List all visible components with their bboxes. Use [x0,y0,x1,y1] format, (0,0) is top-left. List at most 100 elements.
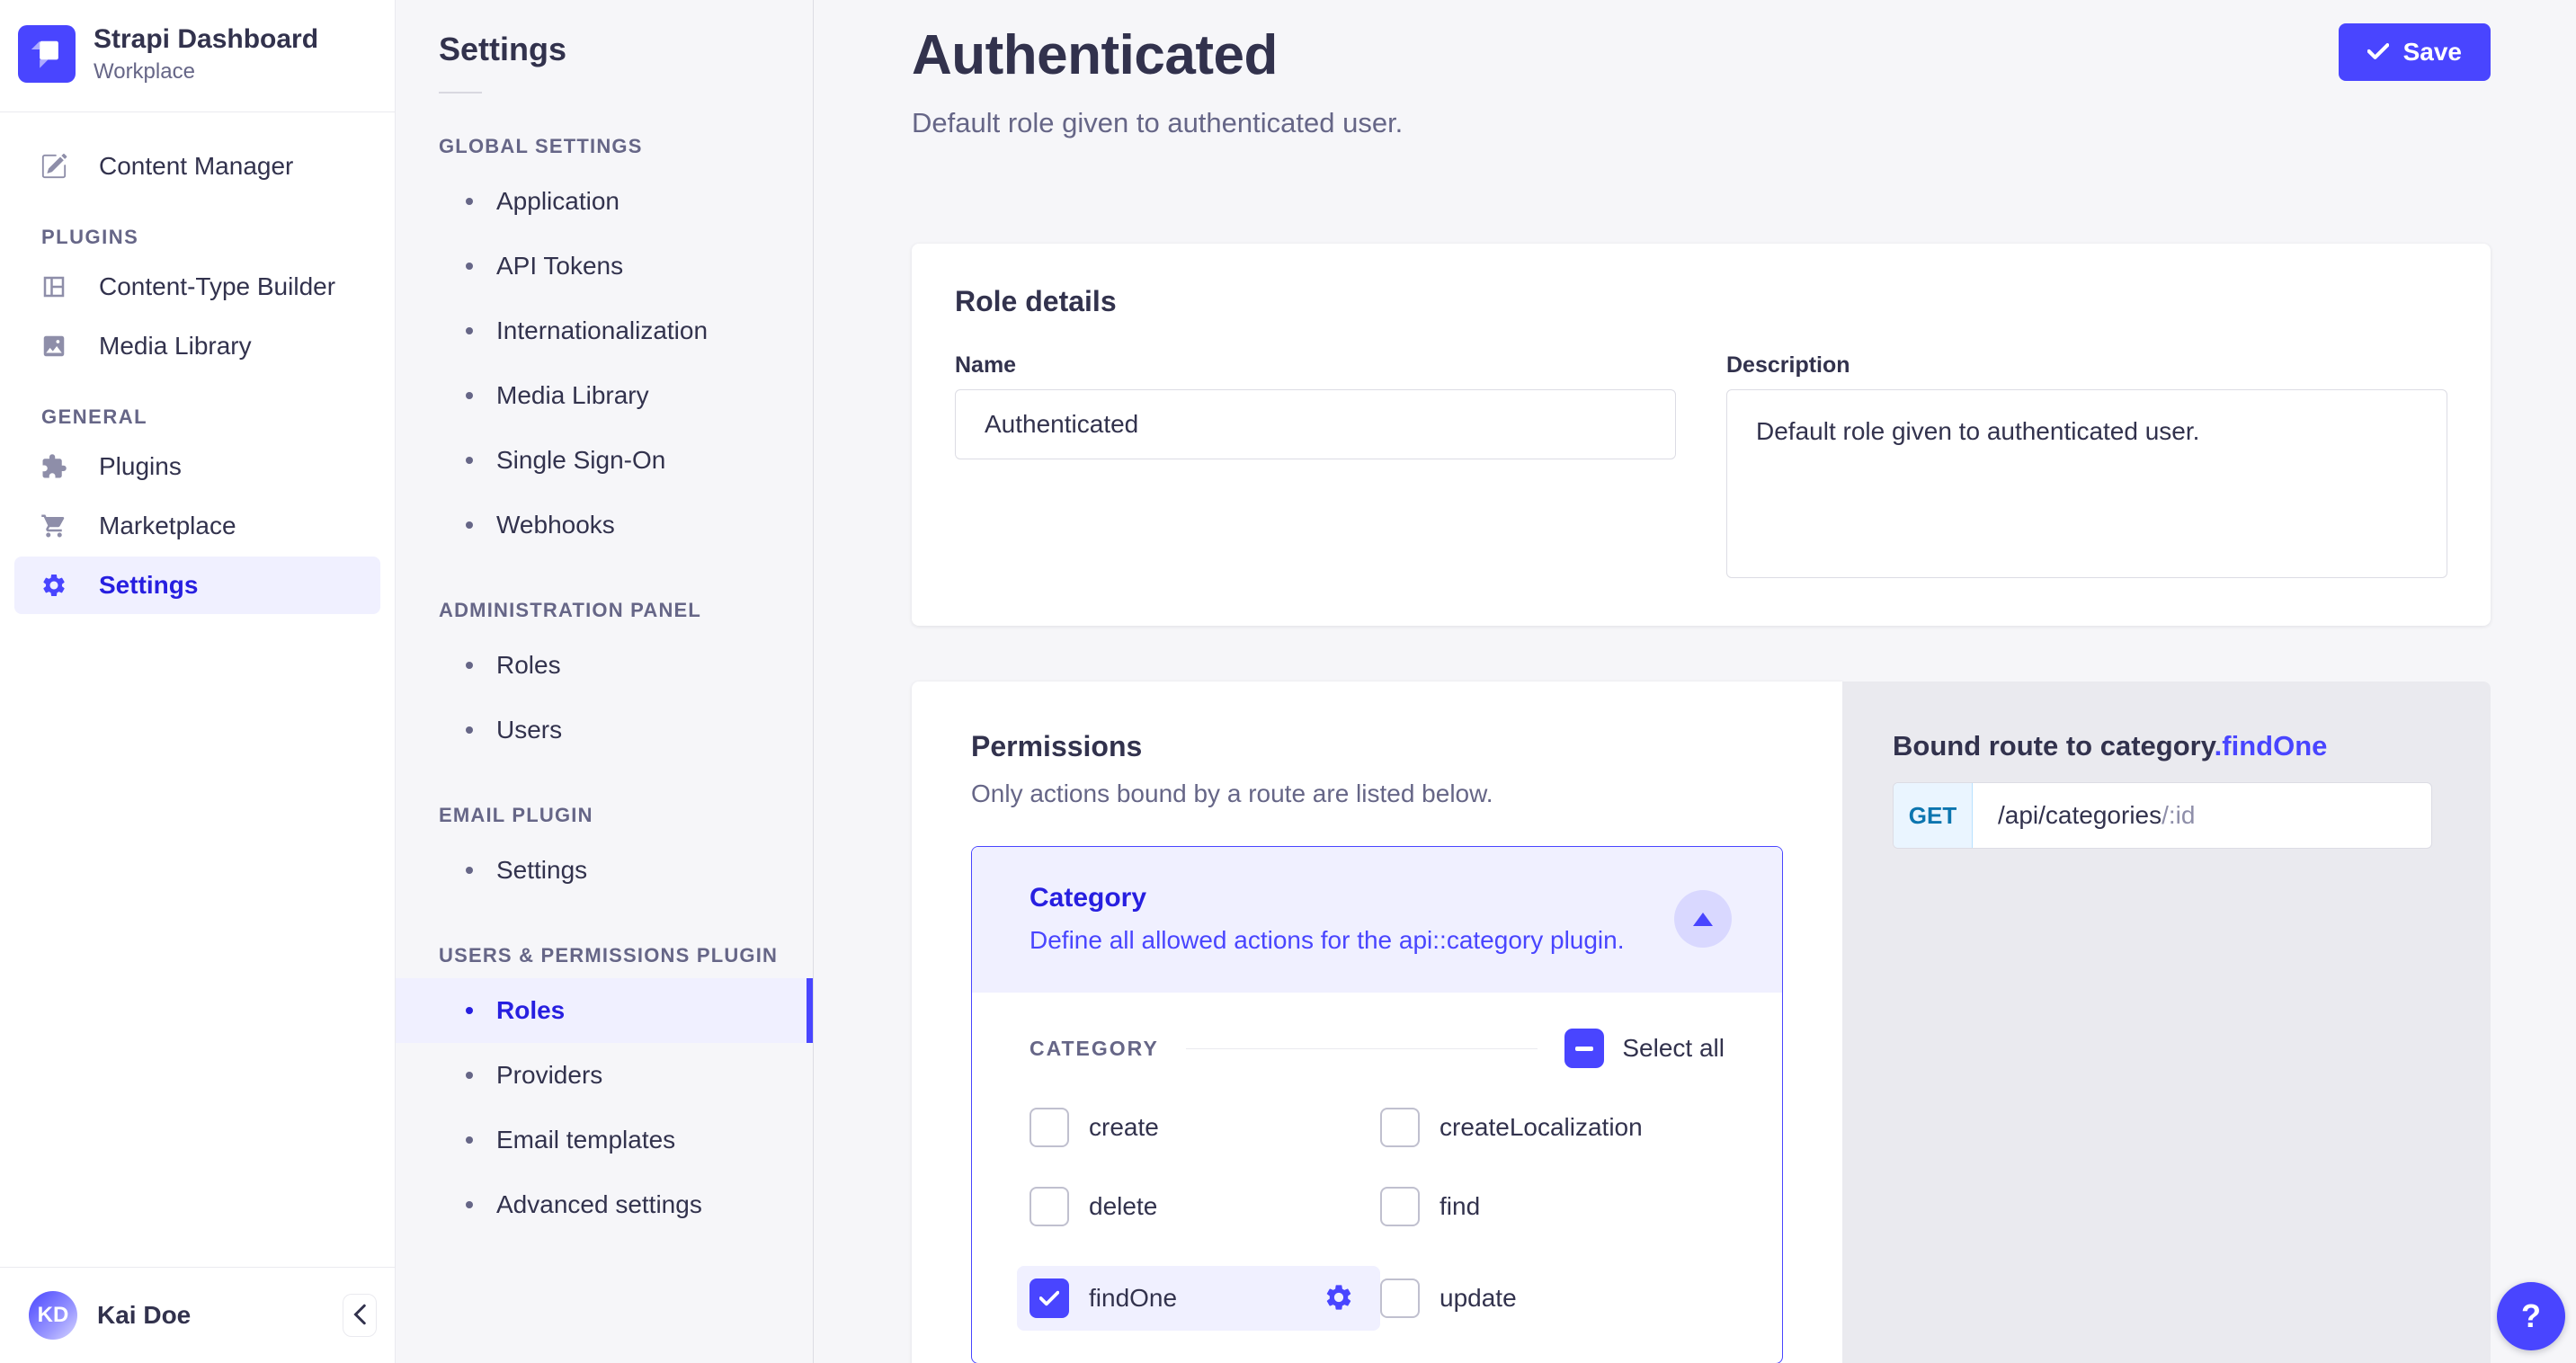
subnav-item-up-roles[interactable]: Roles [396,978,813,1043]
action-find[interactable]: find [1380,1187,1725,1226]
subnav-item-application[interactable]: Application [396,169,813,234]
subnav-title-divider [439,92,482,94]
nav-item-content-type-builder[interactable]: Content-Type Builder [14,258,380,316]
select-all-checkbox[interactable] [1564,1029,1604,1068]
nav-section-plugins: PLUGINS [0,226,395,249]
nav-item-content-manager[interactable]: Content Manager [14,138,380,195]
nav-item-label: Plugins [99,452,182,481]
route-path-main: /api/categories [1998,801,2162,830]
check-icon [2367,38,2389,67]
collapse-nav-button[interactable] [343,1294,377,1337]
plugins-icon [40,452,68,481]
name-label: Name [955,352,1676,379]
strapi-logo-icon [18,25,76,83]
http-method-badge: GET [1894,783,1973,848]
action-findOne[interactable]: findOne [1017,1266,1380,1331]
indeterminate-minus-icon [1575,1047,1593,1051]
subnav-item-single-sign-on[interactable]: Single Sign-On [396,428,813,493]
bullet-icon [466,1201,473,1208]
subnav-title: Settings [396,31,813,68]
action-label: createLocalization [1440,1113,1643,1142]
brand: Strapi Dashboard Workplace [0,0,395,111]
main-content: Authenticated Default role given to auth… [814,0,2576,1363]
role-details-card: Role details Name Description Default ro… [912,244,2491,626]
subnav-item-advanced-settings[interactable]: Advanced settings [396,1172,813,1237]
subnav-item-api-tokens[interactable]: API Tokens [396,234,813,298]
create-checkbox[interactable] [1030,1108,1069,1147]
subnav-item-label: Users [496,716,562,744]
subnav-item-email-settings[interactable]: Settings [396,838,813,903]
action-createLocalization[interactable]: createLocalization [1380,1108,1725,1147]
nav-item-label: Settings [99,571,198,600]
subnav-item-label: Email templates [496,1126,675,1154]
subnav-item-label: Media Library [496,381,649,410]
subnav-section-global-settings: GLOBAL SETTINGS [396,135,813,158]
subnav-item-label: Application [496,187,619,216]
page-header: Authenticated Default role given to auth… [912,23,2491,139]
media-library-icon [40,332,68,361]
action-label: update [1440,1284,1517,1313]
actions-grid: create createLocalization delete fi [1030,1108,1725,1331]
category-accordion: Category Define all allowed actions for … [971,846,1783,1363]
category-group-label: CATEGORY [1030,1037,1159,1061]
nav-item-label: Content-Type Builder [99,272,335,301]
subnav-item-label: Advanced settings [496,1190,702,1219]
save-button[interactable]: Save [2339,23,2491,81]
route-display: GET /api/categories/:id [1893,782,2432,849]
delete-checkbox[interactable] [1030,1187,1069,1226]
content-type-builder-icon [40,272,68,301]
subnav-item-media-library[interactable]: Media Library [396,363,813,428]
findOne-settings-button[interactable] [1321,1280,1357,1316]
user-name: Kai Doe [97,1301,323,1330]
select-all-control[interactable]: Select all [1564,1029,1725,1068]
help-button[interactable]: ? [2497,1282,2565,1350]
gear-icon [1324,1282,1354,1315]
subnav-section-users-permissions-plugin: USERS & PERMISSIONS PLUGIN [396,944,813,967]
findOne-checkbox[interactable] [1030,1278,1069,1318]
nav-item-marketplace[interactable]: Marketplace [14,497,380,555]
page-title: Authenticated [912,23,1403,87]
subnav-item-providers[interactable]: Providers [396,1043,813,1108]
content-manager-icon [40,152,68,181]
bound-route-title: Bound route to category.findOne [1893,730,2440,762]
nav-item-plugins[interactable]: Plugins [14,438,380,495]
nav-item-label: Media Library [99,332,252,361]
nav-item-settings[interactable]: Settings [14,557,380,614]
permissions-section: Permissions Only actions bound by a rout… [912,682,2491,1363]
app-title: Strapi Dashboard [94,23,318,56]
update-checkbox[interactable] [1380,1278,1420,1318]
subnav-item-admin-roles[interactable]: Roles [396,633,813,698]
subnav-item-label: Webhooks [496,511,615,539]
permissions-subtitle: Only actions bound by a route are listed… [971,779,1783,808]
nav-item-label: Content Manager [99,152,293,181]
subnav-item-admin-users[interactable]: Users [396,698,813,762]
action-label: delete [1089,1192,1157,1221]
subnav-item-email-templates[interactable]: Email templates [396,1108,813,1172]
find-checkbox[interactable] [1380,1187,1420,1226]
nav-item-media-library[interactable]: Media Library [14,317,380,375]
select-all-label: Select all [1622,1034,1725,1063]
createLocalization-checkbox[interactable] [1380,1108,1420,1147]
chevron-up-icon [1693,913,1713,926]
save-button-label: Save [2403,38,2462,67]
accordion-collapse-button[interactable] [1674,890,1732,948]
bullet-icon [466,1136,473,1144]
bound-route-title-text: Bound route to category [1893,730,2215,762]
name-field[interactable] [955,389,1676,459]
action-delete[interactable]: delete [1030,1187,1380,1226]
subnav-item-label: API Tokens [496,252,623,281]
bullet-icon [466,457,473,464]
bound-route-action: .findOne [2215,730,2328,762]
bullet-icon [466,198,473,205]
subnav-item-webhooks[interactable]: Webhooks [396,493,813,557]
category-accordion-body: CATEGORY Select all create [972,993,1782,1363]
subnav-item-internationalization[interactable]: Internationalization [396,298,813,363]
bound-route-panel: Bound route to category.findOne GET /api… [1842,682,2491,1363]
category-accordion-header[interactable]: Category Define all allowed actions for … [972,847,1782,993]
route-path: /api/categories/:id [1973,783,2195,848]
action-create[interactable]: create [1030,1108,1380,1147]
action-update[interactable]: update [1380,1278,1725,1318]
bullet-icon [466,662,473,669]
action-label: findOne [1089,1284,1177,1313]
description-field[interactable]: Default role given to authenticated user… [1726,389,2447,578]
